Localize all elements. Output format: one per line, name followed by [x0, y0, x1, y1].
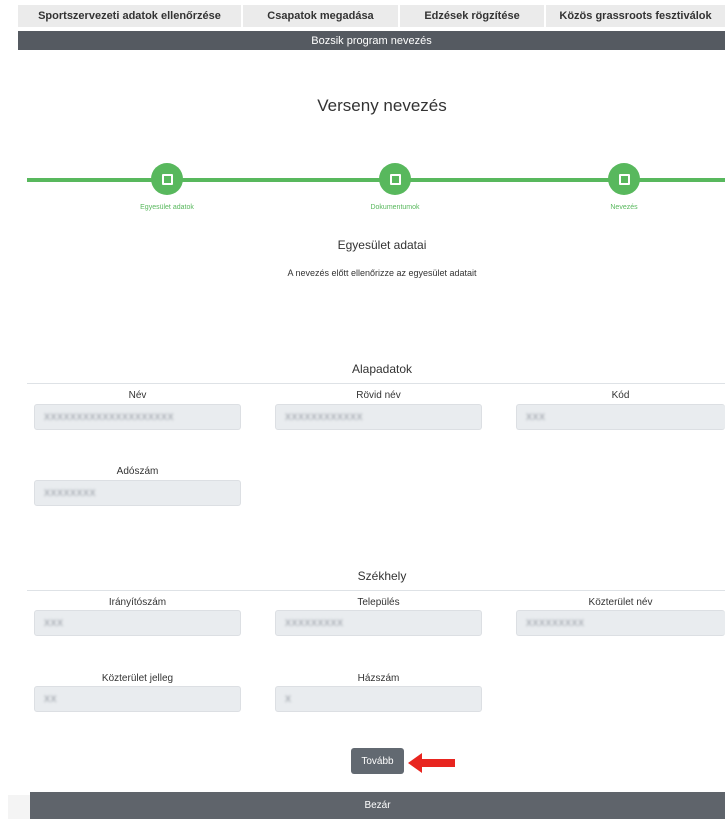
step-3-circle[interactable] [608, 163, 640, 195]
next-button[interactable]: Tovább [351, 748, 404, 774]
kozterulet-jelleg-label: Közterület jelleg [101, 673, 174, 684]
step-3-label: Nevezés [610, 204, 638, 211]
section-title: Egyesület adatai [337, 238, 427, 252]
kozterulet-nev-value: XXXXXXXXX [526, 618, 585, 628]
close-button[interactable]: Bezár [30, 792, 725, 819]
hazszam-value: X [285, 694, 292, 704]
alapadatok-heading: Alapadatok [351, 362, 413, 376]
tab-sportszervezeti-adatok[interactable]: Sportszervezeti adatok ellenőrzése [18, 5, 243, 27]
iranyitoszam-field[interactable]: XXX [34, 610, 241, 636]
hazszam-field[interactable]: X [275, 686, 482, 712]
tab-bozsik-program-nevezes[interactable]: Bozsik program nevezés [18, 31, 725, 50]
red-arrow-icon [408, 753, 455, 773]
hazszam-label: Házszám [357, 673, 400, 684]
divider [27, 383, 725, 384]
top-tab-bar: Sportszervezeti adatok ellenőrzése Csapa… [18, 5, 725, 27]
nev-value: XXXXXXXXXXXXXXXXXXXX [44, 412, 175, 422]
tab-edzesek-rogzitese[interactable]: Edzések rögzítése [400, 5, 546, 27]
tab-grassroots-fesztivalok[interactable]: Közös grassroots fesztiválok [546, 5, 725, 27]
kozterulet-nev-label: Közterület név [588, 597, 653, 608]
step-1-label: Egyesület adatok [140, 204, 194, 211]
square-icon [389, 173, 401, 185]
kozterulet-jelleg-field[interactable]: XX [34, 686, 241, 712]
kozterulet-jelleg-value: XX [44, 694, 58, 704]
szekhely-heading: Székhely [357, 569, 407, 583]
kozterulet-nev-field[interactable]: XXXXXXXXX [516, 610, 725, 636]
iranyitoszam-label: Irányítószám [108, 597, 167, 608]
telepules-label: Település [357, 597, 400, 608]
page-title: Verseny nevezés [317, 96, 447, 115]
step-1-circle[interactable] [151, 163, 183, 195]
section-subtitle: A nevezés előtt ellenőrizze az egyesület… [287, 268, 477, 278]
kod-value: XXX [526, 412, 546, 422]
iranyitoszam-value: XXX [44, 618, 64, 628]
step-2-label: Dokumentumok [370, 204, 420, 211]
step-2-circle[interactable] [379, 163, 411, 195]
telepules-field[interactable]: XXXXXXXXX [275, 610, 482, 636]
tab-csapatok-megadasa[interactable]: Csapatok megadása [243, 5, 400, 27]
rovid-nev-label: Rövid név [356, 390, 401, 401]
nev-label: Név [128, 390, 147, 401]
adoszam-label: Adószám [116, 466, 159, 477]
kod-label: Kód [611, 390, 630, 401]
nev-field[interactable]: XXXXXXXXXXXXXXXXXXXX [34, 404, 241, 430]
square-icon [618, 173, 630, 185]
rovid-nev-field[interactable]: XXXXXXXXXXXX [275, 404, 482, 430]
adoszam-value: XXXXXXXX [44, 488, 97, 498]
telepules-value: XXXXXXXXX [285, 618, 344, 628]
square-icon [161, 173, 173, 185]
rovid-nev-value: XXXXXXXXXXXX [285, 412, 364, 422]
adoszam-field[interactable]: XXXXXXXX [34, 480, 241, 506]
close-bar-edge [8, 795, 30, 819]
kod-field[interactable]: XXX [516, 404, 725, 430]
divider [27, 590, 725, 591]
